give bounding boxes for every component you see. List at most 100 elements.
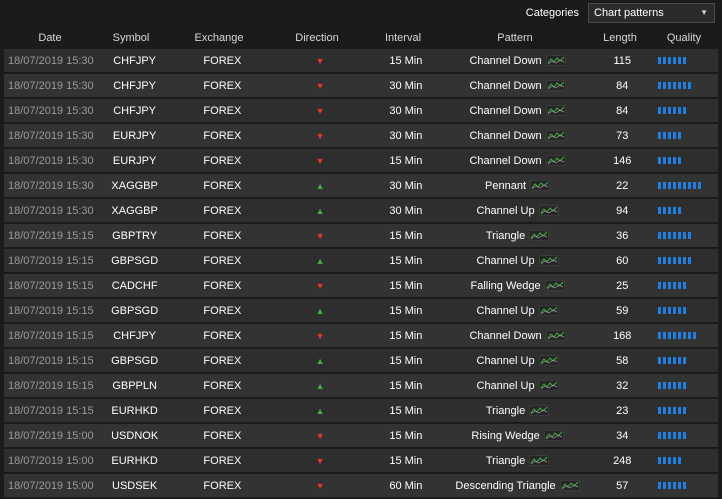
pattern-cell[interactable]: Channel Up [447,380,589,392]
table-row[interactable]: 18/07/2019 15:00 EURHKD FOREX ▼ 15 Min Triang… [4,449,718,472]
column-header-symbol[interactable]: Symbol [96,32,166,44]
symbol-cell[interactable]: CHFJPY [100,55,170,67]
direction-cell: ▼ [275,280,365,292]
table-row[interactable]: 18/07/2019 15:00 USDSEK FOREX ▼ 60 Min Descen… [4,474,718,497]
table-row[interactable]: 18/07/2019 15:15 GBPTRY FOREX ▼ 15 Min Triang… [4,224,718,247]
quality-bar [683,432,687,439]
pattern-cell[interactable]: Falling Wedge [447,280,589,292]
table-row[interactable]: 18/07/2019 15:15 GBPSGD FOREX ▲ 15 Min Channe… [4,249,718,272]
quality-bar [673,232,677,239]
quality-bar [678,82,682,89]
direction-cell: ▼ [275,55,365,67]
symbol-cell[interactable]: XAGGBP [100,180,170,192]
column-header-quality[interactable]: Quality [654,32,714,44]
column-header-exchange[interactable]: Exchange [166,32,272,44]
pattern-cell[interactable]: Descending Triangle [447,480,589,492]
symbol-cell[interactable]: GBPTRY [100,230,170,242]
quality-meter [656,57,718,64]
quality-meter [656,282,718,289]
table-row[interactable]: 18/07/2019 15:30 CHFJPY FOREX ▼ 30 Min Channe… [4,74,718,97]
arrow-up-icon: ▲ [315,255,325,266]
quality-bar [663,57,667,64]
date-cell: 18/07/2019 15:30 [8,79,94,92]
symbol-cell[interactable]: GBPSGD [100,305,170,317]
table-row[interactable]: 18/07/2019 15:30 EURJPY FOREX ▼ 30 Min Channe… [4,124,718,147]
exchange-cell: FOREX [203,354,242,367]
interval-cell: 30 Min [389,179,423,192]
quality-bar [688,232,692,239]
pattern-cell[interactable]: Channel Down [447,55,589,67]
symbol-cell[interactable]: GBPSGD [100,255,170,267]
date-cell: 18/07/2019 15:00 [8,429,94,442]
exchange-cell: FOREX [203,454,242,467]
table-row[interactable]: 18/07/2019 15:00 USDNOK FOREX ▼ 15 Min Rising… [4,424,718,447]
symbol-cell[interactable]: CHFJPY [100,105,170,117]
column-header-direction[interactable]: Direction [272,32,362,44]
table-row[interactable]: 18/07/2019 15:15 EURHKD FOREX ▲ 15 Min Triang… [4,399,718,422]
quality-bar [673,432,677,439]
table-row[interactable]: 18/07/2019 15:15 GBPPLN FOREX ▲ 15 Min Channe… [4,374,718,397]
pattern-cell[interactable]: Channel Down [447,330,589,342]
pattern-cell[interactable]: Channel Down [447,105,589,117]
date-cell: 18/07/2019 15:15 [8,329,94,342]
symbol-cell[interactable]: EURJPY [100,155,170,167]
quality-bar [688,82,692,89]
exchange-cell: FOREX [203,129,242,142]
table-row[interactable]: 18/07/2019 15:30 EURJPY FOREX ▼ 15 Min Channe… [4,149,718,172]
table-row[interactable]: 18/07/2019 15:15 GBPSGD FOREX ▲ 15 Min Channe… [4,299,718,322]
table-row[interactable]: 18/07/2019 15:30 CHFJPY FOREX ▼ 15 Min Channe… [4,49,718,72]
quality-bar [673,107,677,114]
pattern-cell[interactable]: Triangle [447,230,589,242]
symbol-cell[interactable]: GBPSGD [100,355,170,367]
symbol-cell[interactable]: USDSEK [100,480,170,492]
categories-select[interactable]: Chart patterns ▼ [588,3,715,23]
symbol-cell[interactable]: CHFJPY [100,330,170,342]
column-header-date[interactable]: Date [4,32,96,44]
length-cell: 23 [616,404,629,417]
pattern-name: Channel Up [476,354,535,367]
symbol-cell[interactable]: EURHKD [100,455,170,467]
column-header-length[interactable]: Length [586,32,654,44]
direction-cell: ▼ [275,155,365,167]
pattern-cell[interactable]: Channel Up [447,205,589,217]
pattern-cell[interactable]: Channel Down [447,130,589,142]
quality-bar [663,207,667,214]
direction-cell: ▲ [275,180,365,192]
symbol-cell[interactable]: GBPPLN [100,380,170,392]
symbol-cell[interactable]: USDNOK [100,430,170,442]
direction-cell: ▲ [275,380,365,392]
quality-bar [658,57,662,64]
direction-cell: ▼ [275,130,365,142]
pattern-cell[interactable]: Rising Wedge [447,430,589,442]
quality-bar [663,282,667,289]
table-row[interactable]: 18/07/2019 15:30 CHFJPY FOREX ▼ 30 Min Channe… [4,99,718,122]
pattern-name: Triangle [485,454,526,467]
table-row[interactable]: 18/07/2019 15:15 CHFJPY FOREX ▼ 15 Min Channe… [4,324,718,347]
pattern-cell[interactable]: Channel Up [447,355,589,367]
pattern-cell[interactable]: Triangle [447,405,589,417]
column-header-pattern[interactable]: Pattern [444,32,586,44]
date-cell: 18/07/2019 15:15 [8,229,94,242]
pattern-cell[interactable]: Triangle [447,455,589,467]
pattern-cell[interactable]: Pennant [447,180,589,192]
column-header-interval[interactable]: Interval [362,32,444,44]
pattern-cell[interactable]: Channel Down [447,80,589,92]
symbol-cell[interactable]: XAGGBP [100,205,170,217]
categories-value: Chart patterns [594,7,664,19]
pattern-cell[interactable]: Channel Down [447,155,589,167]
interval-cell: 15 Min [389,379,423,392]
table-row[interactable]: 18/07/2019 15:15 CADCHF FOREX ▼ 15 Min Fallin… [4,274,718,297]
date-cell: 18/07/2019 15:15 [8,404,94,417]
pattern-cell[interactable]: Channel Up [447,255,589,267]
table-row[interactable]: 18/07/2019 15:30 XAGGBP FOREX ▲ 30 Min Pennan… [4,174,718,197]
symbol-cell[interactable]: CHFJPY [100,80,170,92]
pattern-cell[interactable]: Channel Up [447,305,589,317]
symbol-cell[interactable]: CADCHF [100,280,170,292]
direction-cell: ▲ [275,255,365,267]
interval-cell: 30 Min [389,129,423,142]
symbol-cell[interactable]: EURJPY [100,130,170,142]
table-row[interactable]: 18/07/2019 15:30 XAGGBP FOREX ▲ 30 Min Channe… [4,199,718,222]
date-cell: 18/07/2019 15:15 [8,304,94,317]
table-row[interactable]: 18/07/2019 15:15 GBPSGD FOREX ▲ 15 Min Channe… [4,349,718,372]
symbol-cell[interactable]: EURHKD [100,405,170,417]
